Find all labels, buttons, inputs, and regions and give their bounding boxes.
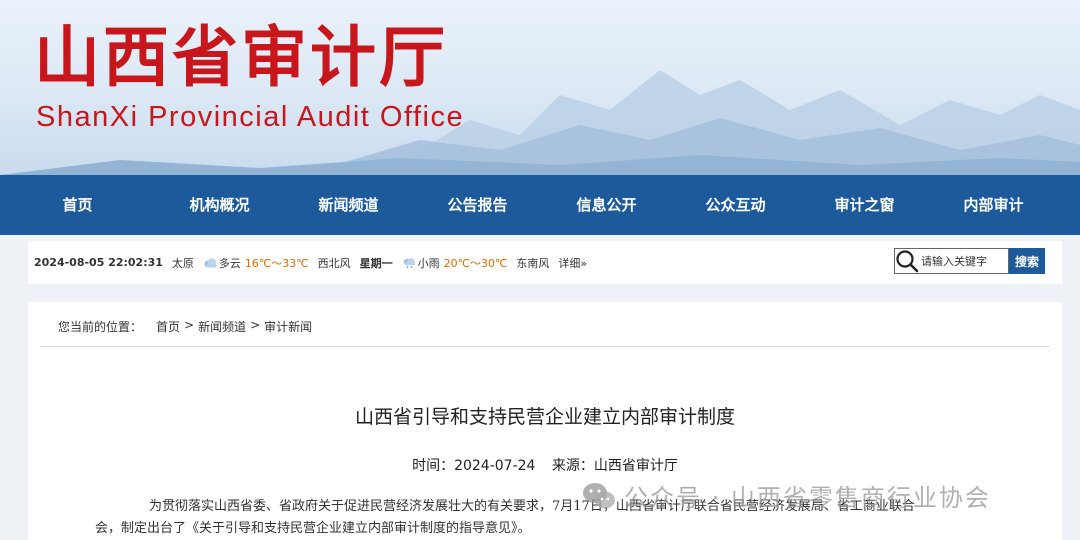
current-datetime: 2024-08-05 22:02:31 — [34, 256, 163, 269]
article-meta: 时间：2024-07-24 来源：山西省审计厅 — [28, 455, 1062, 475]
breadcrumb-audit-news[interactable]: 审计新闻 — [264, 318, 312, 335]
search-icon — [895, 248, 919, 274]
site-banner: 山西省审计厅 ShanXi Provincial Audit Office — [0, 0, 1080, 175]
search-input[interactable] — [921, 254, 1009, 268]
nav-item-news[interactable]: 新闻频道 — [284, 175, 413, 235]
weather-tomorrow: 小雨 20℃～30℃ — [402, 255, 508, 271]
nav-item-interaction[interactable]: 公众互动 — [671, 175, 800, 235]
article-paragraph-line2: 会，制定出台了《关于引导和支持民营企业建立内部审计制度的指导意见》。 — [95, 521, 531, 536]
breadcrumb-news[interactable]: 新闻频道 — [198, 318, 246, 335]
breadcrumb-divider — [40, 346, 1050, 347]
info-bar: 2024-08-05 22:02:31 太原 多云 16℃～33℃ 西北风 星期一… — [28, 241, 1062, 284]
article-source: 来源：山西省审计厅 — [551, 458, 678, 474]
article-date: 时间：2024-07-24 — [412, 458, 536, 474]
site-subtitle: ShanXi Provincial Audit Office — [36, 101, 465, 133]
wechat-watermark: 公众号 · 山西省零售商行业协会 — [582, 478, 991, 513]
search-button[interactable]: 搜索 — [1009, 248, 1045, 274]
site-title: 山西省审计厅 — [34, 18, 448, 96]
weather-tomorrow-wind: 东南风 — [516, 256, 550, 270]
breadcrumb-home[interactable]: 首页 — [156, 318, 180, 335]
cloudy-icon — [204, 258, 216, 267]
breadcrumb-prefix: 您当前的位置： — [58, 320, 143, 334]
article-title: 山西省引导和支持民营企业建立内部审计制度 — [354, 406, 735, 428]
nav-item-reports[interactable]: 公告报告 — [413, 175, 542, 235]
weather-tomorrow-desc: 小雨 — [417, 256, 440, 270]
nav-item-internal-audit[interactable]: 内部审计 — [929, 175, 1058, 235]
rain-icon — [403, 257, 415, 268]
breadcrumb-separator: > — [184, 318, 195, 332]
watermark-text: 公众号 · 山西省零售商行业协会 — [624, 484, 991, 512]
nav-item-home[interactable]: 首页 — [0, 175, 155, 235]
nav-item-about[interactable]: 机构概况 — [155, 175, 284, 235]
nav-item-audit-window[interactable]: 审计之窗 — [800, 175, 929, 235]
weather-today-desc: 多云 — [218, 256, 241, 270]
weather-today-wind: 西北风 — [317, 256, 351, 270]
nav-item-disclosure[interactable]: 信息公开 — [542, 175, 671, 235]
weather-detail-link[interactable]: 详细» — [558, 255, 587, 271]
search-form: 搜索 — [894, 248, 1045, 274]
main-nav: 首页 机构概况 新闻频道 公告报告 信息公开 公众互动 审计之窗 内部审计 — [0, 175, 1080, 235]
search-box — [894, 248, 1009, 274]
wechat-icon — [583, 482, 615, 508]
weather-tomorrow-temp: 20℃～30℃ — [443, 256, 508, 270]
breadcrumb: 您当前的位置： 首页 > 新闻频道 > 审计新闻 — [58, 318, 316, 335]
weekday: 星期一 — [359, 256, 393, 270]
weather-city: 太原 — [171, 256, 194, 270]
weather-today-temp: 16℃～33℃ — [244, 256, 309, 270]
weather-today: 多云 16℃～33℃ — [203, 255, 309, 271]
breadcrumb-separator: > — [250, 318, 261, 332]
